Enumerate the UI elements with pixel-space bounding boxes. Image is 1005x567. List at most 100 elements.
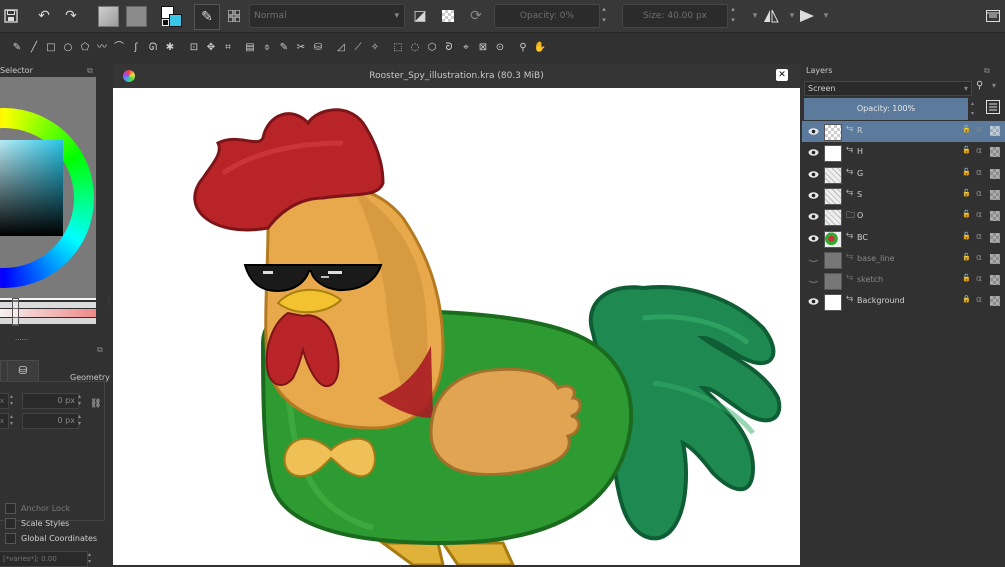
layer-row[interactable]: ⥃ BC 🔓 α	[802, 228, 1005, 249]
close-icon[interactable]: ✕	[776, 69, 788, 81]
layer-row[interactable]: ⥃ R 🔓 α	[802, 121, 1005, 142]
colorize-mask-tool-icon[interactable]: ✎	[277, 41, 291, 55]
splitter-handle[interactable]: ⋮	[105, 298, 113, 330]
inherit-alpha-icon[interactable]	[990, 168, 1000, 179]
tab-fill-icon[interactable]: ⛁	[7, 360, 39, 381]
inherit-alpha-icon[interactable]	[990, 147, 1000, 158]
blend-mode-select[interactable]: Normal ▾	[249, 4, 405, 28]
crop-tool-icon[interactable]: ⌗	[221, 41, 235, 55]
layer-row[interactable]: ⥃ S 🔓 α	[802, 185, 1005, 206]
layer-properties-icon[interactable]	[986, 100, 1002, 116]
eye-hidden-icon[interactable]	[808, 275, 819, 286]
preserve-alpha-icon[interactable]	[437, 5, 459, 27]
eye-icon[interactable]	[808, 126, 819, 137]
chevron-down-icon[interactable]: ▾	[815, 5, 837, 27]
eye-hidden-icon[interactable]	[808, 254, 819, 265]
fill-tool-icon[interactable]: ⛁	[311, 41, 325, 55]
position-x-field[interactable]: 0 px	[22, 393, 79, 409]
undo-icon[interactable]: ↶	[33, 5, 55, 27]
link-chain-icon[interactable]: ⛓	[90, 399, 101, 409]
alpha-lock-icon[interactable]: α	[976, 125, 982, 135]
workspace-icon[interactable]	[982, 5, 1004, 27]
slider-handle[interactable]	[12, 298, 19, 326]
polygon-select-tool-icon[interactable]: ⬡	[425, 41, 439, 55]
pattern-icon[interactable]	[125, 5, 147, 27]
ellipse-tool-icon[interactable]: ○	[61, 41, 75, 55]
smart-patch-tool-icon[interactable]: ✂	[294, 41, 308, 55]
eye-icon[interactable]	[808, 296, 819, 307]
alpha-lock-icon[interactable]: α	[976, 232, 982, 242]
stepper-icon[interactable]: ▴ ▾	[10, 413, 17, 427]
size-stepper[interactable]: ▴ ▾	[728, 4, 738, 26]
polyline-tool-icon[interactable]: 〰	[95, 41, 109, 55]
stepper-icon[interactable]: ▴ ▾	[88, 551, 95, 565]
stepper-icon[interactable]: ▴ ▾	[78, 393, 85, 407]
polygon-tool-icon[interactable]: ⬠	[78, 41, 92, 55]
docker-float-icon[interactable]: ⧉	[984, 66, 990, 76]
inherit-alpha-icon[interactable]	[990, 253, 1000, 264]
ellipse-select-tool-icon[interactable]: ◌	[408, 41, 422, 55]
eye-icon[interactable]	[808, 211, 819, 222]
alpha-lock-icon[interactable]: α	[976, 274, 982, 284]
assistant-tool-icon[interactable]: ◿	[334, 41, 348, 55]
saturation-value-square[interactable]	[0, 140, 63, 236]
opacity-stepper[interactable]: ▴ ▾	[599, 4, 609, 26]
fill-gradient-icon[interactable]	[97, 5, 119, 27]
canvas[interactable]	[113, 88, 800, 565]
chevron-down-icon[interactable]: ▾	[992, 81, 996, 90]
layer-row[interactable]: ⥃ H 🔓 α	[802, 142, 1005, 163]
global-coordinates-row[interactable]: Global Coordinates	[5, 533, 97, 544]
bezier-select-tool-icon[interactable]: ⊙	[493, 41, 507, 55]
inherit-alpha-icon[interactable]	[990, 275, 1000, 286]
alpha-lock-icon[interactable]: α	[976, 189, 982, 199]
eye-icon[interactable]	[808, 233, 819, 244]
docker-float-icon[interactable]: ⧉	[87, 66, 93, 76]
freehand-select-tool-icon[interactable]: ᘐ	[442, 41, 456, 55]
inherit-alpha-icon[interactable]	[990, 189, 1000, 200]
alpha-lock-icon[interactable]: α	[976, 253, 982, 263]
redo-icon[interactable]: ↷	[60, 5, 82, 27]
scale-styles-row[interactable]: Scale Styles	[5, 518, 69, 529]
alpha-lock-icon[interactable]: α	[976, 146, 982, 156]
color-picker-tool-icon[interactable]: ⌽	[260, 41, 274, 55]
reload-preset-icon[interactable]: ⟳	[465, 5, 487, 27]
pan-tool-icon[interactable]: ✋	[533, 41, 547, 55]
lock-icon[interactable]: 🔓	[962, 253, 971, 261]
lock-icon[interactable]: 🔓	[962, 274, 971, 282]
measure-tool-icon[interactable]: ⟋	[351, 41, 365, 55]
stepper-icon[interactable]: ▴ ▾	[10, 393, 17, 407]
color-selector[interactable]	[0, 77, 96, 300]
rect-select-tool-icon[interactable]: ⬚	[391, 41, 405, 55]
brush-tool-icon[interactable]: ✎	[10, 41, 24, 55]
freehand-path-tool-icon[interactable]: ʃ	[129, 41, 143, 55]
lock-icon[interactable]: 🔓	[962, 189, 971, 197]
stepper-icon[interactable]: ▴ ▾	[971, 99, 978, 119]
layer-opacity-slider[interactable]: Opacity: 100%	[804, 98, 968, 120]
size-slider[interactable]: Size: 40.00 px	[622, 4, 728, 28]
grid-presets-icon[interactable]	[223, 5, 245, 27]
alpha-lock-icon[interactable]: α	[976, 295, 982, 305]
eraser-icon[interactable]: ◪	[409, 5, 431, 27]
zoom-tool-icon[interactable]: ⚲	[516, 41, 530, 55]
layer-row[interactable]: ⥃ Background 🔒 α	[802, 291, 1005, 312]
eye-icon[interactable]	[808, 147, 819, 158]
field-y-left[interactable]: x	[0, 413, 9, 429]
layer-row[interactable]: ⥃ G 🔓 α	[802, 164, 1005, 185]
layer-row[interactable]: 🗀 O 🔓 α	[802, 206, 1005, 227]
move-tool-icon[interactable]: ✥	[204, 41, 218, 55]
similar-select-tool-icon[interactable]: ⊠	[476, 41, 490, 55]
multibrush-tool-icon[interactable]: ✱	[163, 41, 177, 55]
eye-icon[interactable]	[808, 190, 819, 201]
inherit-alpha-icon[interactable]	[990, 296, 1000, 307]
alpha-lock-icon[interactable]: α	[976, 210, 982, 220]
filter-icon[interactable]: ⚲	[976, 80, 983, 91]
anchor-lock-row[interactable]: Anchor Lock	[5, 503, 70, 514]
contiguous-select-tool-icon[interactable]: ⌖	[459, 41, 473, 55]
reference-tool-icon[interactable]: ✧	[368, 41, 382, 55]
eye-icon[interactable]	[808, 169, 819, 180]
line-tool-icon[interactable]: ╱	[27, 41, 41, 55]
docker-float-icon[interactable]: ⧉	[97, 345, 103, 355]
layer-blend-mode-select[interactable]: Screen ▾	[804, 81, 972, 96]
rectangle-tool-icon[interactable]: □	[44, 41, 58, 55]
gradient-tool-icon[interactable]: ▤	[243, 41, 257, 55]
